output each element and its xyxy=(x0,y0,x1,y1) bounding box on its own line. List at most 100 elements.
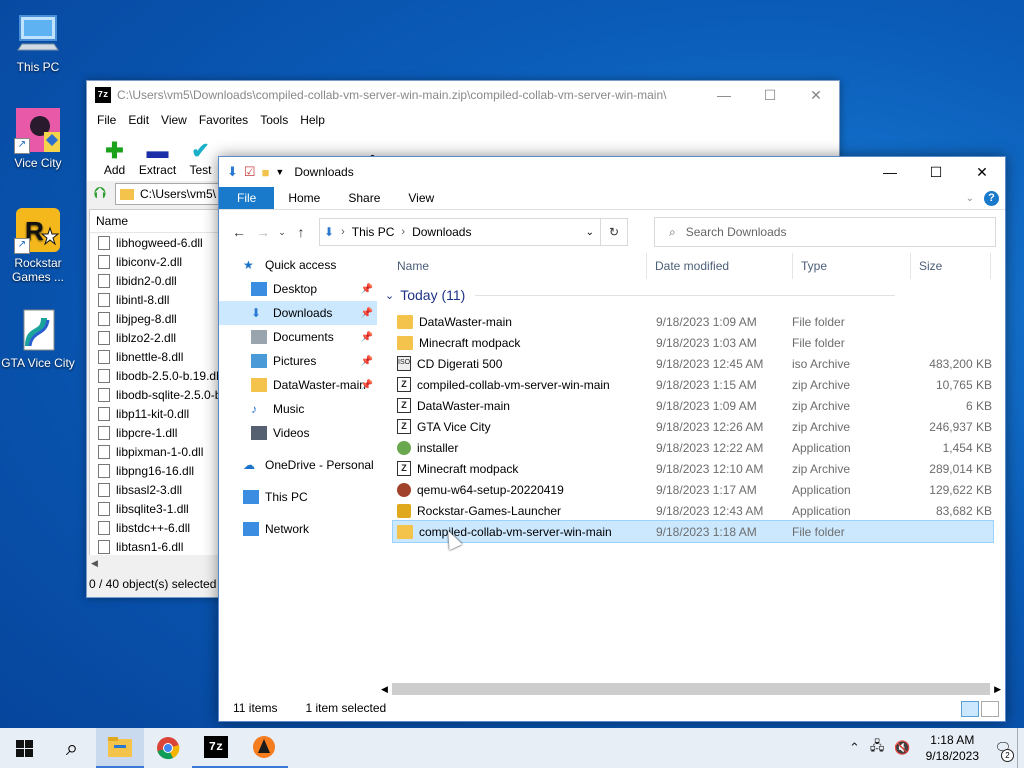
menu-view[interactable]: View xyxy=(155,113,193,127)
list-item[interactable]: libnettle-8.dll xyxy=(90,347,220,366)
close-button[interactable]: ✕ xyxy=(959,157,1005,187)
list-item[interactable]: libpng16-16.dll xyxy=(90,461,220,480)
toolbar-test-button[interactable]: ✔ Test xyxy=(179,139,222,181)
properties-icon[interactable]: ☑ xyxy=(244,164,256,180)
taskbar-rockstar-launcher[interactable] xyxy=(240,728,288,768)
column-header-type[interactable]: Type xyxy=(793,253,911,279)
menu-file[interactable]: File xyxy=(91,113,122,127)
address-bar[interactable]: ⬇ › This PC › Downloads ⌄ xyxy=(319,218,601,246)
table-row[interactable]: Minecraft modpack 9/18/2023 1:03 AM File f… xyxy=(393,332,993,353)
explorer-titlebar[interactable]: ⬇ ☑ ■ ▼ Downloads — ☐ ✕ xyxy=(219,157,1005,187)
expand-ribbon-icon[interactable]: ⌄ xyxy=(966,193,974,204)
horizontal-scrollbar[interactable]: ◀ xyxy=(89,555,219,569)
scrollbar-thumb[interactable] xyxy=(391,683,991,695)
minimize-button[interactable]: — xyxy=(701,81,747,109)
list-item[interactable]: libodb-2.5.0-b.19.dll xyxy=(90,366,220,385)
desktop-icon-rockstar[interactable]: R ↗ Rockstar Games ... xyxy=(0,206,76,284)
chevron-down-icon[interactable]: ▼ xyxy=(275,167,284,177)
toolbar-extract-button[interactable]: ▬ Extract xyxy=(136,139,179,181)
taskbar-chrome[interactable] xyxy=(144,728,192,768)
minimize-button[interactable]: — xyxy=(867,157,913,187)
table-row[interactable]: DataWaster-main 9/18/2023 1:09 AM File fol… xyxy=(393,311,993,332)
start-button[interactable] xyxy=(0,728,48,768)
large-icons-view-icon[interactable] xyxy=(981,701,999,717)
tab-share[interactable]: Share xyxy=(334,187,394,209)
help-icon[interactable]: ? xyxy=(984,190,999,206)
search-button[interactable]: ⌕ xyxy=(48,728,96,768)
details-view-icon[interactable] xyxy=(961,701,979,717)
breadcrumb-downloads[interactable]: Downloads xyxy=(408,225,475,239)
new-folder-icon[interactable]: ■ xyxy=(262,165,270,180)
taskbar-7zip[interactable]: 7z xyxy=(192,728,240,768)
tab-home[interactable]: Home xyxy=(274,187,334,209)
table-row[interactable]: Z DataWaster-main 9/18/2023 1:09 AM zip Arc… xyxy=(393,395,993,416)
table-row[interactable]: Rockstar-Games-Launcher 9/18/2023 12:43 A… xyxy=(393,500,993,521)
tab-file[interactable]: File xyxy=(219,187,275,209)
table-row[interactable]: qemu-w64-setup-20220419 9/18/2023 1:17 AM… xyxy=(393,479,993,500)
desktop-icon-gta-vice-city[interactable]: GTA Vice City xyxy=(0,306,76,370)
maximize-button[interactable]: ☐ xyxy=(747,81,793,109)
sevenzip-path-input[interactable]: C:\Users\vm5\ xyxy=(115,183,227,205)
desktop-icon-vice-city[interactable]: ↗ Vice City xyxy=(0,106,76,170)
group-header-today[interactable]: ⌄ Today (11) xyxy=(385,287,896,303)
recent-locations-icon[interactable]: ⌄ xyxy=(275,227,289,238)
sidebar-item-downloads[interactable]: ⬇ Downloads 📌 xyxy=(219,301,377,325)
desktop-icon-this-pc[interactable]: This PC xyxy=(0,10,76,74)
sidebar-item-videos[interactable]: Videos xyxy=(219,421,377,445)
chevron-right-icon[interactable]: › xyxy=(398,226,408,238)
back-arrow-icon[interactable]: ← xyxy=(227,224,251,240)
list-item[interactable]: libiconv-2.dll xyxy=(90,252,220,271)
list-item[interactable]: libodb-sqlite-2.5.0-b xyxy=(90,385,220,404)
sidebar-item-quick-access[interactable]: ★ Quick access xyxy=(219,253,377,277)
sidebar-item-desktop[interactable]: Desktop 📌 xyxy=(219,277,377,301)
toolbar-add-button[interactable]: ✚ Add xyxy=(93,139,136,181)
close-button[interactable]: ✕ xyxy=(793,81,839,109)
column-header-date-modified[interactable]: Date modified xyxy=(647,253,793,279)
list-item[interactable]: libsasl2-3.dll xyxy=(90,480,220,499)
table-row[interactable]: compiled-collab-vm-server-win-main 9/18/2… xyxy=(392,520,994,543)
table-row[interactable]: ISO CD Digerati 500 9/18/2023 12:45 AM iso … xyxy=(393,353,993,374)
column-header-size[interactable]: Size xyxy=(911,253,991,279)
table-row[interactable]: Z GTA Vice City 9/18/2023 12:26 AM zip Arch… xyxy=(393,416,993,437)
sidebar-item-onedrive-personal[interactable]: ☁ OneDrive - Personal xyxy=(219,453,377,477)
sidebar-item-pictures[interactable]: Pictures 📌 xyxy=(219,349,377,373)
sidebar-item-datawaster-main[interactable]: DataWaster-main 📌 xyxy=(219,373,377,397)
maximize-button[interactable]: ☐ xyxy=(913,157,959,187)
scroll-right-icon[interactable]: ▶ xyxy=(994,684,1001,695)
breadcrumb-this-pc[interactable]: This PC xyxy=(348,225,399,239)
sidebar-item-music[interactable]: ♪ Music xyxy=(219,397,377,421)
list-item[interactable]: libstdc++-6.dll xyxy=(90,518,220,537)
list-item[interactable]: libintl-8.dll xyxy=(90,290,220,309)
horizontal-scrollbar[interactable]: ◀ ▶ xyxy=(381,681,1001,697)
list-item[interactable]: liblzo2-2.dll xyxy=(90,328,220,347)
sidebar-item-documents[interactable]: Documents 📌 xyxy=(219,325,377,349)
search-input[interactable]: ⌕ Search Downloads xyxy=(654,217,996,247)
list-item[interactable]: libpcre-1.dll xyxy=(90,423,220,442)
forward-arrow-icon[interactable]: → xyxy=(251,224,275,240)
taskbar-file-explorer[interactable] xyxy=(96,728,144,768)
menu-favorites[interactable]: Favorites xyxy=(193,113,254,127)
sevenzip-titlebar[interactable]: 7z C:\Users\vm5\Downloads\compiled-colla… xyxy=(87,81,839,109)
chevron-up-icon[interactable]: ⌃ xyxy=(844,740,865,756)
refresh-button[interactable]: ↻ xyxy=(601,218,628,246)
list-item[interactable]: libsqlite3-1.dll xyxy=(90,499,220,518)
chevron-down-icon[interactable]: ⌄ xyxy=(586,227,600,238)
list-item[interactable]: libtasn1-6.dll xyxy=(90,537,220,556)
list-item[interactable]: libhogweed-6.dll xyxy=(90,233,220,252)
menu-help[interactable]: Help xyxy=(294,113,331,127)
network-icon[interactable]: 🖧 xyxy=(865,737,890,759)
table-row[interactable]: installer 9/18/2023 12:22 AM Application 1,… xyxy=(393,437,993,458)
tab-view[interactable]: View xyxy=(394,187,448,209)
up-folder-icon[interactable]: ⮉ xyxy=(91,185,109,203)
table-row[interactable]: Z Minecraft modpack 9/18/2023 12:10 AM zip … xyxy=(393,458,993,479)
scroll-left-icon[interactable]: ◀ xyxy=(381,684,388,695)
up-arrow-icon[interactable]: ↑ xyxy=(289,224,313,240)
file-explorer-window[interactable]: ⬇ ☑ ■ ▼ Downloads — ☐ ✕ File Home Share … xyxy=(218,156,1006,722)
menu-edit[interactable]: Edit xyxy=(122,113,155,127)
column-header-name[interactable]: Name xyxy=(90,210,220,233)
list-item[interactable]: libjpeg-8.dll xyxy=(90,309,220,328)
list-item[interactable]: libpixman-1-0.dll xyxy=(90,442,220,461)
volume-muted-icon[interactable]: 🔇 xyxy=(889,740,915,756)
sidebar-item-this-pc[interactable]: This PC xyxy=(219,485,377,509)
show-desktop-button[interactable] xyxy=(1017,728,1024,768)
